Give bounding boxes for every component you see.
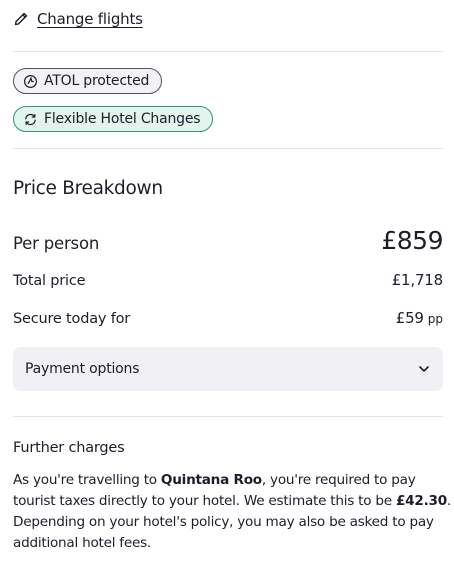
payment-options-dropdown[interactable]: Payment options <box>13 347 443 391</box>
total-price-row: Total price £1,718 <box>13 271 443 289</box>
change-flights-label: Change flights <box>37 10 143 28</box>
atol-badge: ATOL protected <box>13 68 163 94</box>
per-person-label: Per person <box>13 234 100 253</box>
tourist-tax-amount: £42.30 <box>395 493 447 509</box>
divider <box>13 51 443 52</box>
divider <box>13 148 443 149</box>
further-charges-title: Further charges <box>13 440 125 456</box>
further-charges-text: As you're travelling to Quintana Roo, yo… <box>13 470 453 554</box>
atol-icon <box>23 74 38 88</box>
divider <box>13 416 443 417</box>
per-person-suffix: pp <box>427 312 443 326</box>
further-text-part: As you're travelling to <box>13 472 161 488</box>
flexible-change-icon <box>25 113 36 125</box>
per-person-price: £859 <box>381 226 443 255</box>
per-person-row: Per person £859 <box>13 226 443 255</box>
total-price-value: £1,718 <box>391 271 443 289</box>
total-price-label: Total price <box>13 273 86 289</box>
chevron-down-icon <box>419 366 429 372</box>
secure-today-row: Secure today for £59 pp <box>13 308 443 327</box>
atol-label: ATOL protected <box>44 73 150 89</box>
pencil-icon <box>14 12 28 26</box>
secure-today-price: £59 pp <box>396 308 443 327</box>
secure-today-label: Secure today for <box>13 311 131 327</box>
price-breakdown-title: Price Breakdown <box>13 178 163 199</box>
payment-options-label: Payment options <box>25 361 140 377</box>
flexible-hotel-label: Flexible Hotel Changes <box>44 111 201 127</box>
change-flights-link[interactable]: Change flights <box>13 10 143 28</box>
secure-today-value: £59 <box>395 309 424 327</box>
destination-name: Quintana Roo <box>160 472 262 488</box>
flexible-hotel-badge: Flexible Hotel Changes <box>13 106 214 132</box>
